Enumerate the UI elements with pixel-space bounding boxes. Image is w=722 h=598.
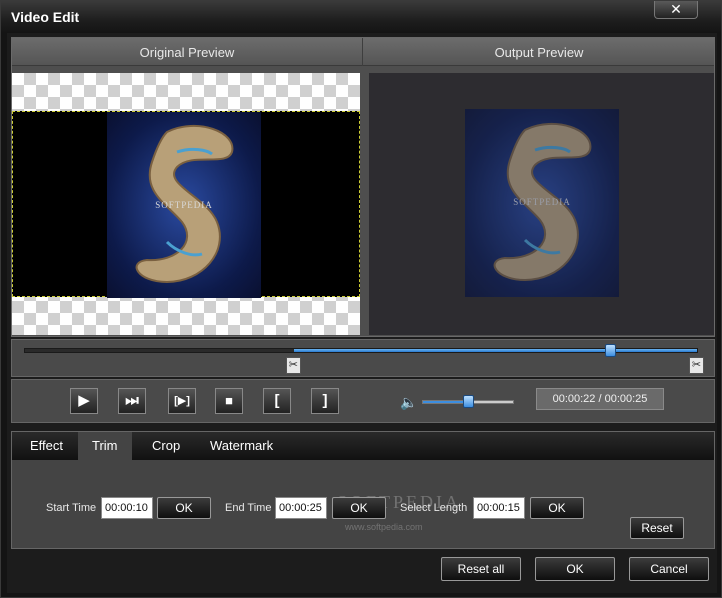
trim-start-scissor-icon[interactable]: ✂ — [285, 357, 301, 374]
playhead-thumb[interactable] — [604, 344, 616, 357]
output-frame: SOFTPEDIA — [465, 109, 619, 297]
playback-controls: ▶ ⏭ [▶] ■ [ ] 🔈 00:00:22 / 00:00:25 — [11, 379, 715, 423]
client-area: Original Preview Output Preview SOFTPEDI… — [7, 33, 717, 593]
volume-thumb[interactable] — [463, 395, 474, 408]
cancel-button[interactable]: Cancel — [629, 557, 709, 581]
end-time-label: End Time — [225, 502, 272, 514]
preview-header: Original Preview Output Preview — [12, 38, 714, 66]
time-display: 00:00:22 / 00:00:25 — [536, 388, 664, 410]
end-time-ok-button[interactable]: OK — [332, 497, 386, 519]
video-frame-image: SOFTPEDIA — [107, 112, 261, 298]
dialog-footer: Reset all OK Cancel — [7, 553, 717, 593]
reset-all-button[interactable]: Reset all — [441, 557, 521, 581]
timeline-track[interactable] — [24, 344, 698, 357]
preview-watermark: SOFTPEDIA — [155, 200, 213, 210]
play-button[interactable]: ▶ — [70, 388, 98, 414]
close-button[interactable]: ✕ — [654, 1, 698, 19]
edit-tabs-panel: Effect Trim Crop Watermark SOFTPEDIA www… — [11, 431, 715, 549]
header-divider — [362, 38, 363, 66]
volume-slider[interactable] — [422, 395, 514, 408]
tab-strip: Effect Trim Crop Watermark — [12, 432, 714, 460]
output-preview-title: Output Preview — [494, 45, 584, 60]
start-time-ok-button[interactable]: OK — [157, 497, 211, 519]
start-time-label: Start Time — [46, 502, 97, 514]
ok-button[interactable]: OK — [535, 557, 615, 581]
end-time-input[interactable] — [275, 497, 327, 519]
window-title: Video Edit — [11, 9, 80, 25]
mark-in-button[interactable]: [ — [263, 388, 291, 414]
mark-out-button[interactable]: ] — [311, 388, 339, 414]
volume-icon[interactable]: 🔈 — [400, 394, 417, 410]
original-preview-title: Original Preview — [139, 45, 235, 60]
trim-reset-button[interactable]: Reset — [630, 517, 684, 539]
output-watermark: SOFTPEDIA — [513, 197, 571, 207]
select-length-input[interactable] — [473, 497, 525, 519]
tab-effect[interactable]: Effect — [16, 432, 77, 460]
select-length-ok-button[interactable]: OK — [530, 497, 584, 519]
title-bar: Video Edit ✕ — [1, 1, 721, 33]
timeline-bar: ✂ ✂ — [11, 339, 715, 377]
softpedia-url: www.softpedia.com — [345, 522, 423, 532]
output-preview-pane: SOFTPEDIA — [369, 73, 714, 335]
tab-crop[interactable]: Crop — [138, 432, 194, 460]
preview-area: Original Preview Output Preview SOFTPEDI… — [11, 37, 715, 337]
video-edit-window: Video Edit ✕ Original Preview Output Pre… — [0, 0, 722, 598]
step-forward-button[interactable]: ⏭ — [118, 388, 146, 414]
select-length-label: Select Length — [400, 502, 468, 514]
trim-range-fill — [293, 349, 697, 352]
start-time-input[interactable] — [101, 497, 153, 519]
stop-button[interactable]: ■ — [215, 388, 243, 414]
frame-button[interactable]: [▶] — [168, 388, 196, 414]
original-preview-pane: SOFTPEDIA — [12, 73, 360, 335]
trim-end-scissor-icon[interactable]: ✂ — [689, 357, 704, 374]
tab-watermark[interactable]: Watermark — [196, 432, 287, 460]
crop-frame[interactable]: SOFTPEDIA — [12, 111, 360, 298]
output-frame-image: SOFTPEDIA — [465, 109, 619, 297]
volume-fill — [423, 401, 468, 403]
tab-trim[interactable]: Trim — [78, 432, 132, 460]
